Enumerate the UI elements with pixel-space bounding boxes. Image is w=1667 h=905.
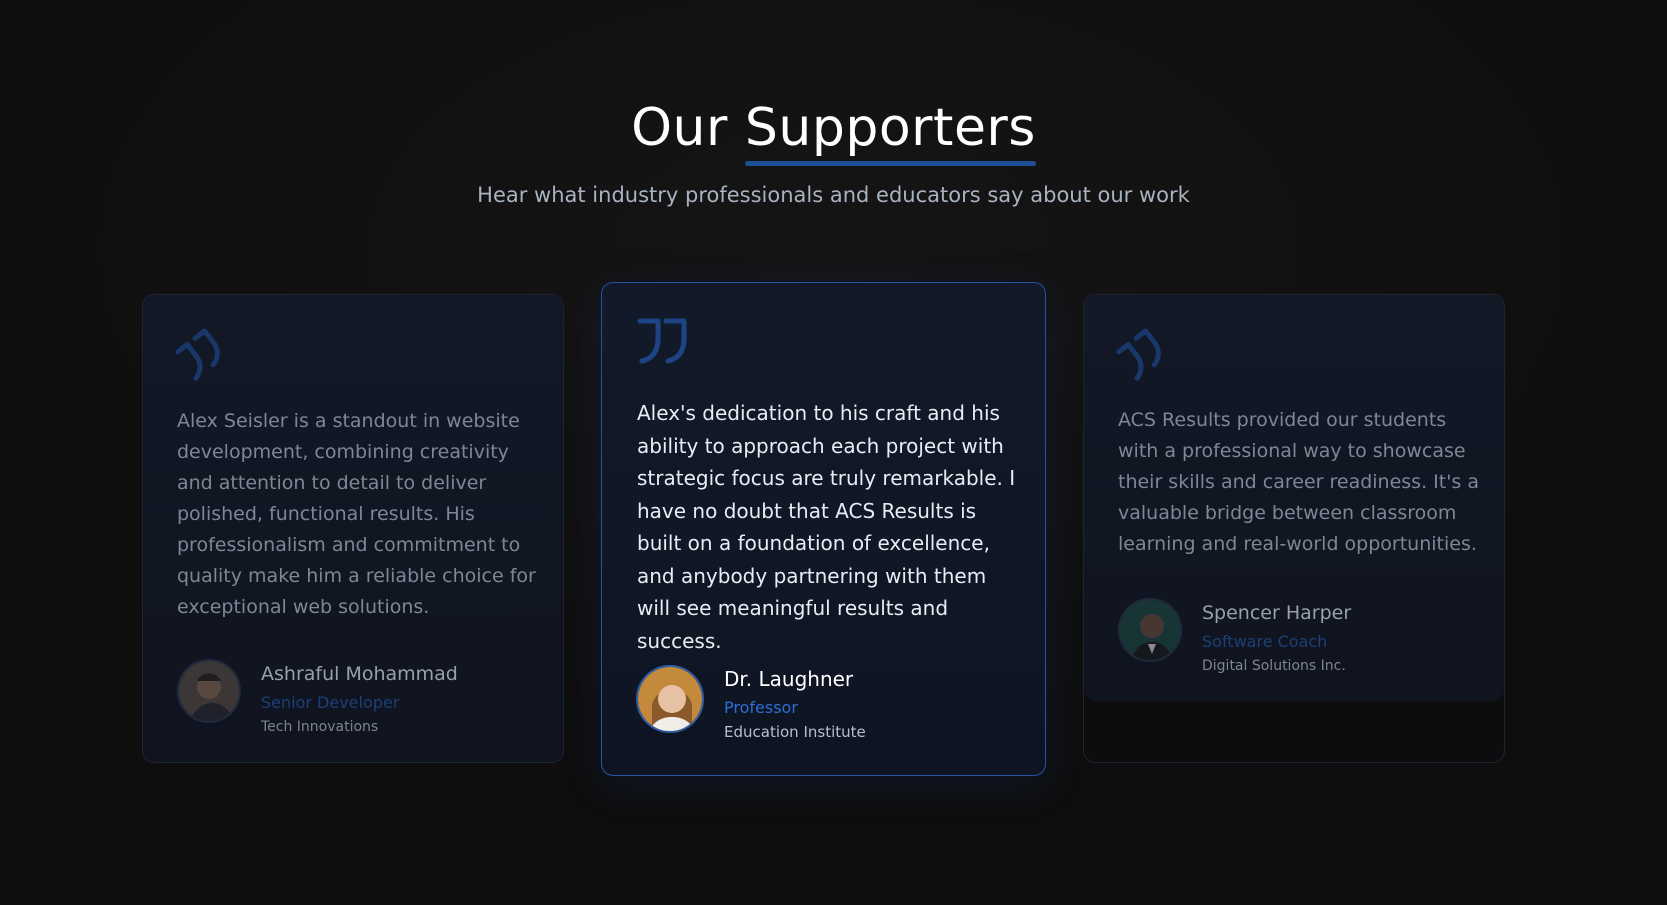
testimonial-card-2: Alex's dedication to his craft and his a… — [601, 282, 1046, 776]
testimonial-text: Alex Seisler is a standout in website de… — [177, 410, 536, 618]
supporters-section: Our Supporters Hear what industry profes… — [0, 0, 1667, 905]
section-title-part1: Our — [631, 98, 728, 158]
section-subtitle: Hear what industry professionals and edu… — [477, 183, 1190, 207]
quote-icon — [636, 317, 690, 369]
author-role: Senior Developer — [261, 693, 400, 712]
author-org: Digital Solutions Inc. — [1202, 658, 1346, 674]
author-role: Professor — [724, 698, 798, 717]
author-org: Tech Innovations — [261, 719, 379, 735]
testimonial-text: ACS Results provided our students with a… — [1118, 409, 1480, 555]
section-title: Our Supporters — [0, 92, 1667, 166]
author-role: Software Coach — [1202, 632, 1328, 651]
avatar — [177, 659, 241, 723]
testimonial-card-3: ACS Results provided our students with a… — [1083, 294, 1505, 763]
testimonial-card-1: Alex Seisler is a standout in website de… — [142, 294, 564, 763]
author-name: Spencer Harper — [1202, 602, 1352, 624]
author-name: Dr. Laughner — [724, 667, 854, 691]
author-name: Ashraful Mohammad — [261, 663, 458, 685]
testimonial-text: Alex's dedication to his craft and his a… — [637, 401, 1016, 653]
author-org: Education Institute — [724, 723, 866, 741]
section-title-highlight: Supporters — [744, 92, 1036, 166]
avatar — [636, 665, 704, 733]
avatar — [1118, 598, 1182, 662]
